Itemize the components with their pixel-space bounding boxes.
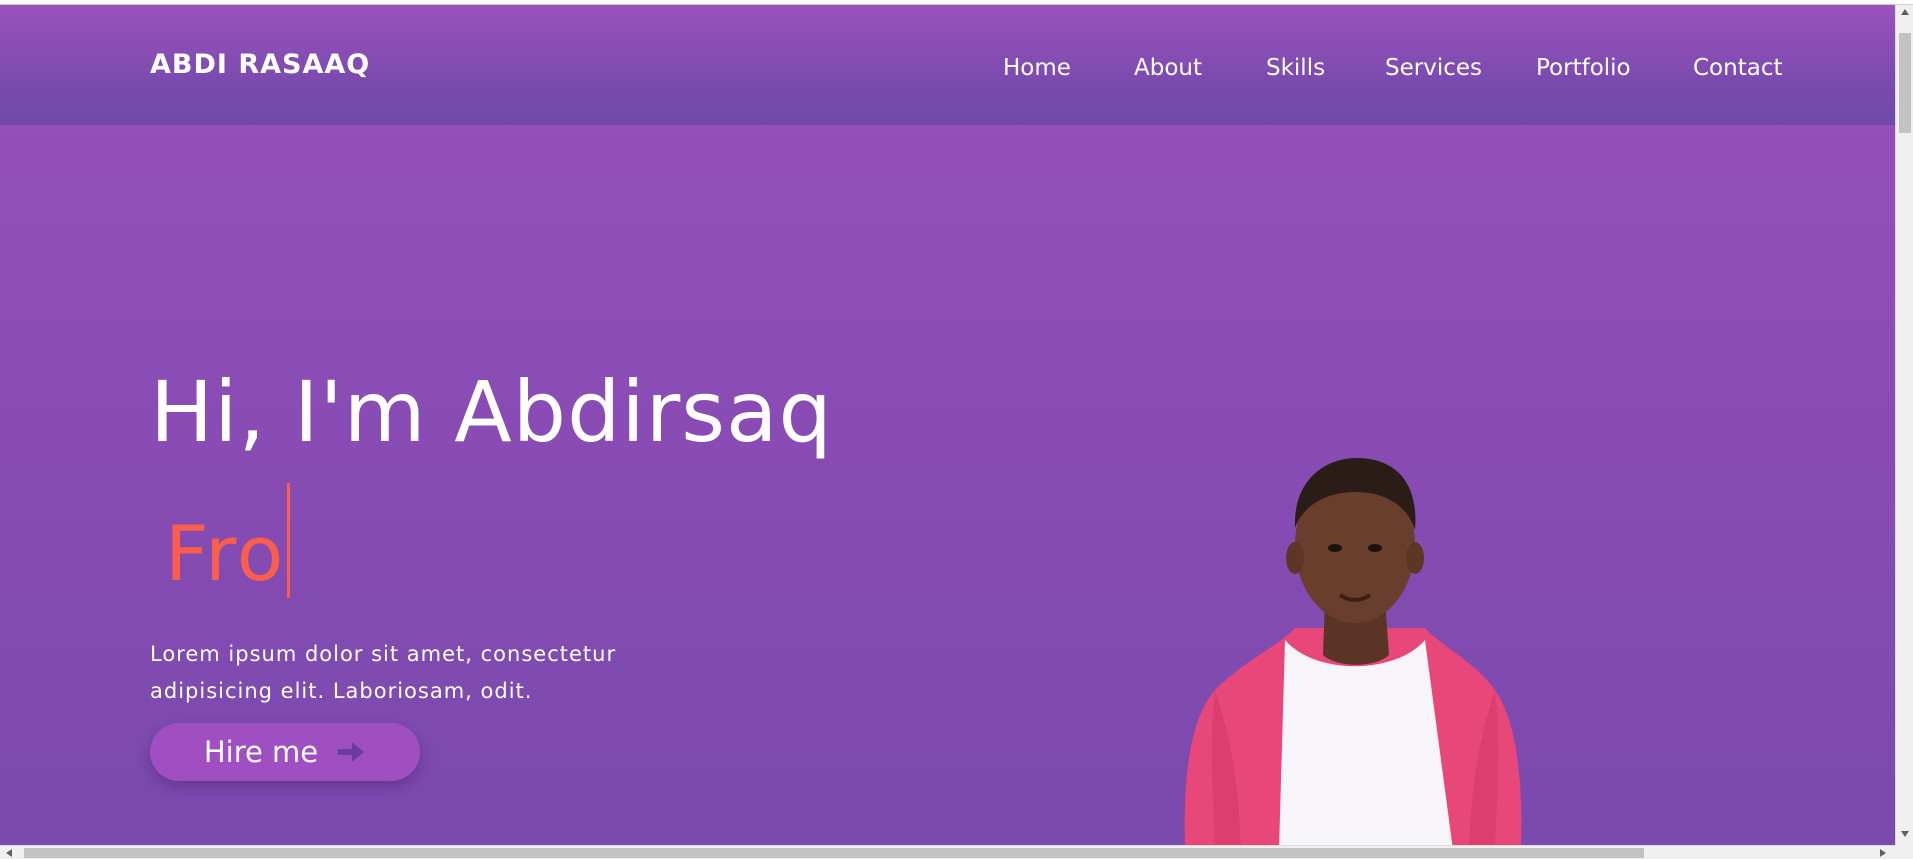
scroll-left-arrow-icon[interactable] <box>6 849 12 857</box>
scroll-up-arrow-icon[interactable] <box>1901 9 1909 15</box>
profile-photo <box>1184 458 1522 845</box>
scrollbar-corner <box>1895 845 1913 859</box>
typing-caret <box>287 483 291 598</box>
vertical-scrollbar[interactable] <box>1895 5 1913 845</box>
nav-link-home[interactable]: Home <box>1003 55 1071 81</box>
nav-link-portfolio[interactable]: Portfolio <box>1536 55 1631 81</box>
nav-link-skills[interactable]: Skills <box>1266 55 1325 81</box>
nav-link-about[interactable]: About <box>1134 55 1202 81</box>
typed-role: Fro <box>165 483 291 603</box>
arrow-right-icon <box>338 742 365 762</box>
vertical-scrollbar-thumb[interactable] <box>1899 33 1911 133</box>
nav-link-contact[interactable]: Contact <box>1693 55 1782 81</box>
typed-text: Fro <box>165 509 286 598</box>
scroll-down-arrow-icon[interactable] <box>1901 831 1909 837</box>
hero-description: Lorem ipsum dolor sit amet, consectetur … <box>150 642 617 703</box>
horizontal-scrollbar[interactable] <box>0 845 1895 859</box>
navbar: ABDI RASAAQ Home About Skills Services P… <box>0 5 1895 125</box>
horizontal-scrollbar-thumb[interactable] <box>24 848 1644 858</box>
hire-me-button[interactable]: Hire me <box>150 723 420 781</box>
page: ABDI RASAAQ Home About Skills Services P… <box>0 5 1895 845</box>
nav-link-services[interactable]: Services <box>1385 55 1482 81</box>
hero-title: Hi, I'm Abdirsaq <box>150 363 833 461</box>
main-nav: Home About Skills Services Portfolio Con… <box>0 55 1895 85</box>
hire-me-label: Hire me <box>203 735 319 769</box>
scroll-right-arrow-icon[interactable] <box>1880 849 1886 857</box>
